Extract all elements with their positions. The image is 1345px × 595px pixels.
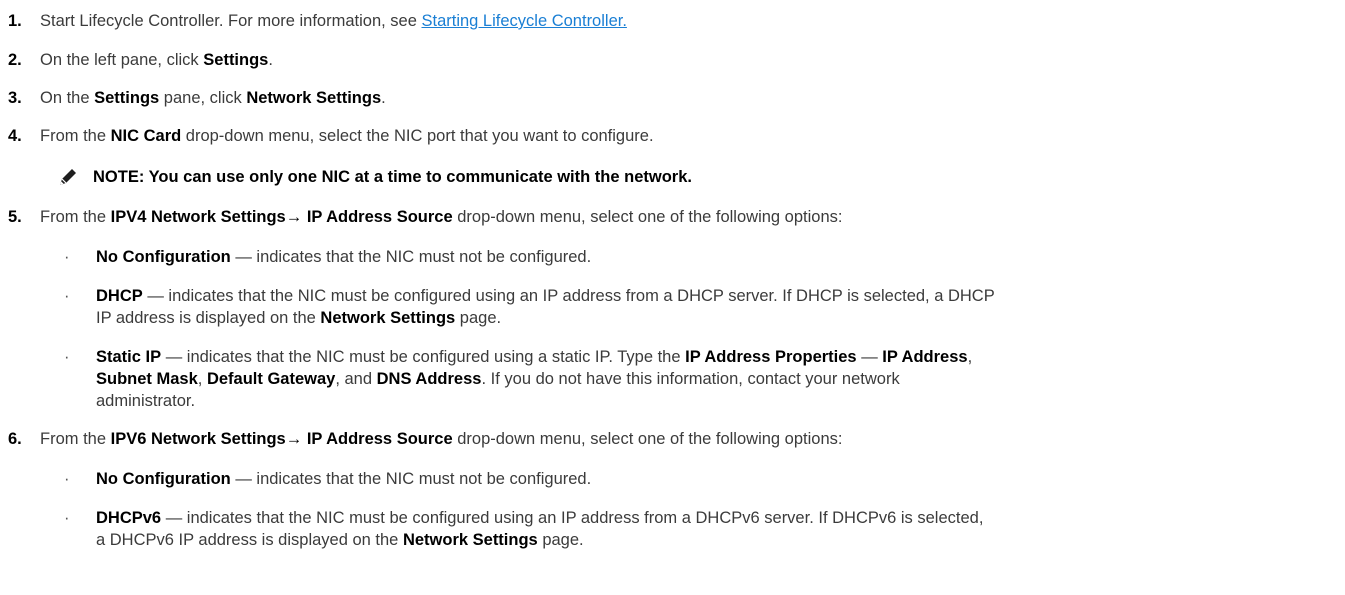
step-text: On the Settings pane, click Network Sett… [40,89,386,107]
step-text: From the IPV6 Network Settings→ IP Addre… [40,430,843,448]
step-text: Start Lifecycle Controller. For more inf… [40,12,627,30]
document: 1. Start Lifecycle Controller. For more … [0,0,1345,595]
step-number: 3. [8,89,22,107]
step-number: 1. [8,12,22,30]
step-text: From the NIC Card drop-down menu, select… [40,127,654,145]
step-number: 6. [8,430,22,448]
bullet: · [64,348,70,366]
bullet: · [64,470,70,488]
step-number: 2. [8,51,22,69]
bullet: · [64,287,70,305]
note-text: NOTE: You can use only one NIC at a time… [93,168,692,186]
pencil-note-icon [60,169,76,185]
starting-lifecycle-controller-link[interactable]: Starting Lifecycle Controller. [421,12,626,30]
bullet: · [64,248,70,266]
step-text: On the left pane, click Settings. [40,51,273,69]
bullet: · [64,509,70,527]
step-number: 4. [8,127,22,145]
step-text: From the IPV4 Network Settings→ IP Addre… [40,208,843,226]
step-number: 5. [8,208,22,226]
